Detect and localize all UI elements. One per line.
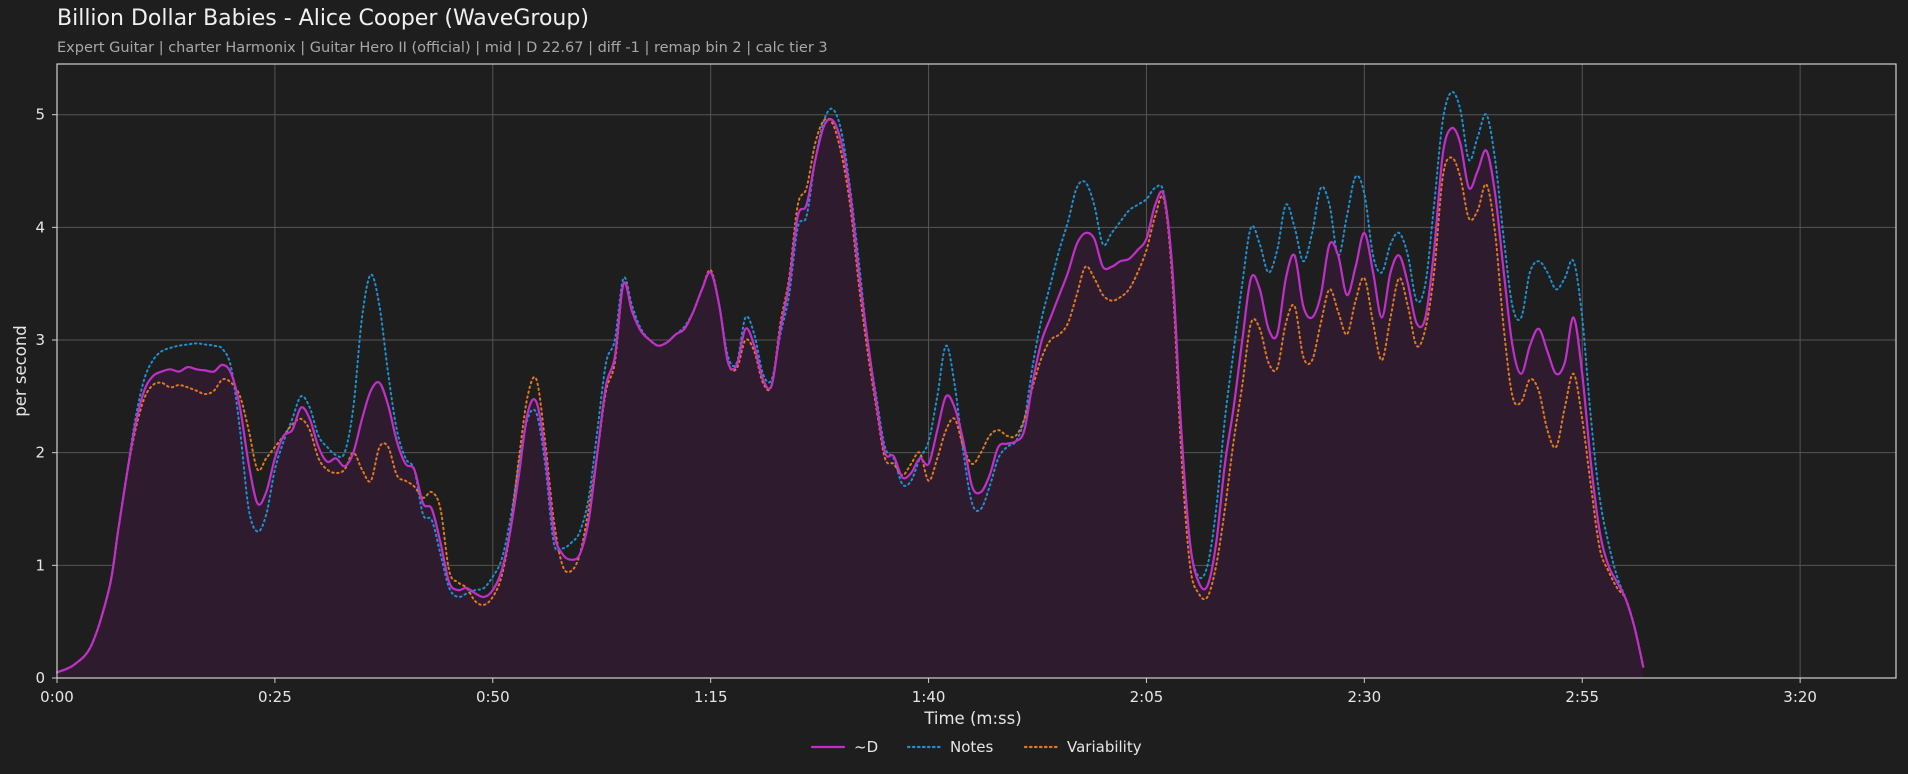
x-tick-label: 2:30 bbox=[1348, 688, 1382, 706]
x-tick-label: 0:50 bbox=[476, 688, 510, 706]
y-axis-label: per second bbox=[11, 325, 30, 417]
y-tick-label: 5 bbox=[35, 106, 45, 124]
x-tick-label: 1:40 bbox=[912, 688, 946, 706]
y-tick-label: 1 bbox=[35, 556, 45, 574]
x-tick-label: 2:05 bbox=[1130, 688, 1164, 706]
y-tick-label: 2 bbox=[35, 444, 45, 462]
legend-label-d: ~D bbox=[854, 738, 878, 756]
legend-label-variability: Variability bbox=[1067, 738, 1142, 756]
x-tick-label: 0:25 bbox=[258, 688, 292, 706]
y-tick-label: 3 bbox=[35, 331, 45, 349]
x-tick-label: 3:20 bbox=[1783, 688, 1817, 706]
x-tick-label: 0:00 bbox=[40, 688, 74, 706]
x-tick-label: 1:15 bbox=[694, 688, 728, 706]
y-tick-label: 4 bbox=[35, 218, 45, 236]
y-tick-label: 0 bbox=[35, 669, 45, 687]
chart: 0:00 0:25 0:50 1:15 1:40 2:05 2:30 2:55 3:20 0 1 2 3… bbox=[11, 63, 1897, 756]
legend-label-notes: Notes bbox=[950, 738, 994, 756]
x-tick-label: 2:55 bbox=[1565, 688, 1599, 706]
legend: ~D Notes Variability bbox=[810, 738, 1142, 756]
x-axis-label: Time (m:ss) bbox=[923, 709, 1021, 728]
